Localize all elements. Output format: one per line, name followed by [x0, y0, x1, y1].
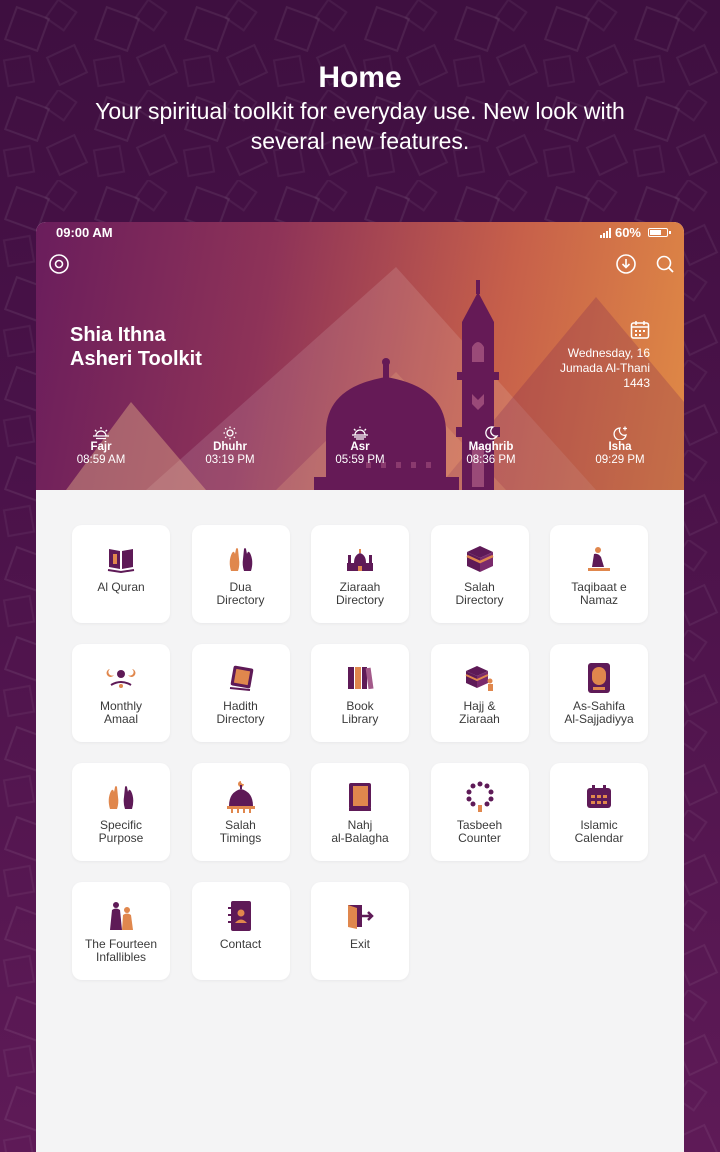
- download-icon[interactable]: [615, 253, 637, 275]
- search-icon[interactable]: [654, 253, 676, 275]
- date-hijri-month: Jumada Al-Thani: [559, 361, 650, 375]
- tile-tasbeeh-counter[interactable]: Tasbeeh Counter: [430, 763, 529, 861]
- home-header: 09:00 AM 60% Shia Ithna Asheri Toolkit W…: [36, 222, 684, 490]
- tile-label: Specific Purpose: [98, 818, 144, 845]
- tile-contact[interactable]: Contact: [191, 882, 290, 980]
- quran-icon: [72, 543, 170, 575]
- tile-label: Hajj & Ziaraah: [459, 699, 500, 726]
- moon-star-icon: [575, 426, 665, 440]
- tile-hadith-directory[interactable]: Hadith Directory: [191, 644, 290, 742]
- praying-person-icon: [550, 543, 648, 575]
- tile-dua-directory[interactable]: Dua Directory: [191, 525, 290, 623]
- prayer-maghrib[interactable]: Maghrib 08:36 PM: [446, 426, 536, 467]
- tile-label: Al Quran: [97, 580, 145, 594]
- battery-icon: [648, 228, 671, 237]
- signal-icon: [599, 227, 611, 238]
- tile-label: Dua Directory: [216, 580, 265, 607]
- tile-taqibaat-e-namaz[interactable]: Taqibaat e Namaz: [550, 525, 648, 623]
- tile-label: Exit: [349, 937, 370, 951]
- tile-label: Book Library: [341, 699, 379, 726]
- islamic-calendar-icon: [550, 781, 648, 813]
- tile-label: Tasbeeh Counter: [456, 818, 503, 845]
- tile-monthly-amaal[interactable]: Monthly Amaal: [72, 644, 170, 742]
- tile-label: As-Sahifa Al-Sajjadiyya: [564, 699, 634, 726]
- tile-islamic-calendar[interactable]: Islamic Calendar: [550, 763, 648, 861]
- tile-al-quran[interactable]: Al Quran: [72, 525, 170, 623]
- tile-as-sahifa-al-sajjadiyya[interactable]: As-Sahifa Al-Sajjadiyya: [550, 644, 648, 742]
- moon-phases-icon: [72, 662, 170, 694]
- tile-label: Islamic Calendar: [574, 818, 624, 845]
- prayer-fajr[interactable]: Fajr 08:59 AM: [56, 426, 146, 467]
- tile-exit[interactable]: Exit: [311, 882, 409, 980]
- device-screen: 09:00 AM 60% Shia Ithna Asheri Toolkit W…: [36, 222, 684, 1152]
- tile-book-library[interactable]: Book Library: [311, 644, 409, 742]
- tasbeeh-icon: [431, 781, 529, 813]
- tile-salah-directory[interactable]: Salah Directory: [430, 525, 529, 623]
- prayer-asr[interactable]: Asr 05:59 PM: [315, 426, 405, 467]
- date-block[interactable]: Wednesday, 16 Jumada Al-Thani 1443: [510, 320, 650, 391]
- promo-subtitle: Your spiritual toolkit for everyday use.…: [95, 98, 625, 154]
- prayer-name: Asr: [350, 441, 370, 453]
- sunrise-icon: [56, 426, 146, 440]
- purpose-hands-icon: [72, 781, 170, 813]
- books-icon: [311, 662, 409, 694]
- prayer-name: Isha: [608, 441, 632, 453]
- status-time: 09:00 AM: [56, 225, 113, 240]
- dua-hands-icon: [192, 543, 290, 575]
- app-title-line2: Asheri Toolkit: [70, 348, 202, 370]
- tile-ziaraah-directory[interactable]: Ziaraah Directory: [311, 525, 409, 623]
- prayer-dhuhr[interactable]: Dhuhr 03:19 PM: [185, 426, 275, 467]
- hadith-book-icon: [192, 662, 290, 694]
- sunset-icon: [315, 426, 405, 440]
- tile-salah-timings[interactable]: Salah Timings: [191, 763, 290, 861]
- app-title: Shia Ithna Asheri Toolkit: [70, 323, 202, 371]
- kaaba-icon: [431, 543, 529, 575]
- prayer-time: 05:59 PM: [335, 454, 385, 466]
- status-right: 60%: [599, 225, 671, 240]
- app-title-line1: Shia Ithna: [70, 324, 166, 346]
- shrine-icon: [311, 543, 409, 575]
- exit-door-icon: [311, 900, 409, 932]
- tile-label: The Fourteen Infallibles: [84, 937, 158, 964]
- calendar-icon: [630, 321, 650, 339]
- hajj-icon: [431, 662, 529, 694]
- tile-nahj-al-balagha[interactable]: Nahj al-Balagha: [311, 763, 409, 861]
- prayer-name: Fajr: [90, 441, 112, 453]
- date-gregorian: Wednesday, 16: [567, 346, 650, 360]
- settings-icon[interactable]: [48, 253, 70, 275]
- tile-label: Salah Directory: [455, 580, 504, 607]
- promo-banner: Home Your spiritual toolkit for everyday…: [0, 60, 720, 156]
- contact-book-icon: [192, 900, 290, 932]
- sahifa-book-icon: [550, 662, 648, 694]
- promo-title: Home: [318, 61, 402, 94]
- tile-label: Salah Timings: [219, 818, 262, 845]
- battery-percent: 60%: [614, 225, 641, 240]
- sun-icon: [185, 426, 275, 440]
- tile-label: Ziaraah Directory: [335, 580, 384, 607]
- tile-label: Contact: [219, 937, 262, 951]
- prayer-name: Dhuhr: [213, 441, 247, 453]
- tile-label: Hadith Directory: [216, 699, 265, 726]
- tile-specific-purpose[interactable]: Specific Purpose: [72, 763, 170, 861]
- tile-label: Monthly Amaal: [99, 699, 143, 726]
- prayer-time: 03:19 PM: [205, 454, 255, 466]
- prayer-time: 08:59 AM: [76, 454, 126, 466]
- moon-icon: [446, 426, 536, 440]
- nahj-book-icon: [311, 781, 409, 813]
- tile-the-fourteen-infallibles[interactable]: The Fourteen Infallibles: [72, 882, 170, 980]
- prayer-time: 09:29 PM: [595, 454, 645, 466]
- mosque-dome-icon: [192, 781, 290, 813]
- prayer-name: Maghrib: [468, 441, 514, 453]
- status-bar: 09:00 AM 60%: [36, 222, 684, 242]
- prayer-isha[interactable]: Isha 09:29 PM: [575, 426, 665, 467]
- infallibles-icon: [72, 900, 170, 932]
- tile-hajj-ziaraah[interactable]: Hajj & Ziaraah: [430, 644, 529, 742]
- tile-label: Taqibaat e Namaz: [571, 580, 627, 607]
- prayer-time: 08:36 PM: [466, 454, 516, 466]
- tile-label: Nahj al-Balagha: [331, 818, 389, 845]
- date-hijri-year: 1443: [623, 376, 650, 390]
